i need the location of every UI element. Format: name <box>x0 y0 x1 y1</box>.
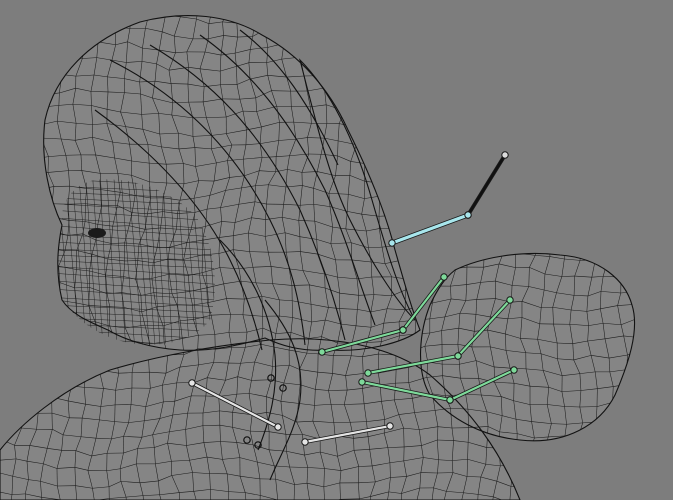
bone-selected[interactable] <box>388 211 472 247</box>
bone-joint-icon[interactable] <box>358 378 366 386</box>
bone-joint-icon[interactable] <box>188 379 196 387</box>
bone-joint-icon[interactable] <box>446 396 454 404</box>
bone-joint-icon[interactable] <box>274 423 282 431</box>
bone-joint-icon[interactable] <box>386 422 394 430</box>
character-wireframe-mesh[interactable] <box>0 0 673 500</box>
bone-joint-icon[interactable] <box>364 369 372 377</box>
3d-viewport[interactable] <box>0 0 673 500</box>
bone-joint-icon[interactable] <box>464 211 472 219</box>
bone-joint-icon[interactable] <box>501 151 509 159</box>
viewport-canvas[interactable] <box>0 0 673 500</box>
bone-joint-icon[interactable] <box>388 239 396 247</box>
bone-joint-icon[interactable] <box>318 348 326 356</box>
bone-joint-icon[interactable] <box>440 273 448 281</box>
bone-joint-icon[interactable] <box>454 352 462 360</box>
bone-joint-icon[interactable] <box>301 438 309 446</box>
bone-joint-icon[interactable] <box>506 296 514 304</box>
bone-joint-icon[interactable] <box>399 326 407 334</box>
bone-joint-icon[interactable] <box>510 366 518 374</box>
eye-mesh <box>88 228 106 238</box>
bone-black[interactable] <box>464 151 509 219</box>
